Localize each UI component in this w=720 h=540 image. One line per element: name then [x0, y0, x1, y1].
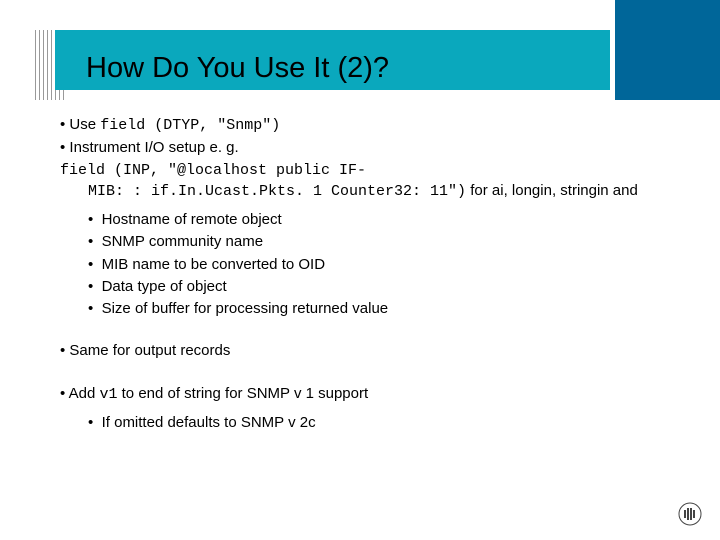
slide-title: How Do You Use It (2)? [86, 52, 389, 85]
header-blue-block [615, 0, 720, 100]
slide-content: • Use field (DTYP, "Snmp") • Instrument … [60, 115, 660, 435]
sub-bullet-datatype-text: Data type of object [102, 278, 227, 295]
sub-bullet-v1-default-text: If omitted defaults to SNMP v 2c [102, 414, 316, 431]
sub-bullet-community: • SNMP community name [88, 232, 660, 252]
bullet-same-output-text: Same for output records [69, 342, 230, 359]
bullet-use-field-code: field (DTYP, "Snmp") [100, 117, 280, 134]
bullet-instrument-io: • Instrument I/O setup e. g. [60, 138, 660, 158]
code-line-1: field (INP, "@localhost public IF- [60, 161, 660, 181]
bullet-use-field: • Use field (DTYP, "Snmp") [60, 115, 660, 136]
bullet-same-output: • Same for output records [60, 341, 660, 361]
bullet-use-field-pre: Use [69, 116, 100, 133]
sub-bullet-v1-default-row: • If omitted defaults to SNMP v 2c [88, 413, 660, 433]
sub-bullet-list: • Hostname of remote object • SNMP commu… [88, 210, 660, 319]
sub-bullet-community-text: SNMP community name [102, 233, 263, 250]
sub-bullet-buffer: • Size of buffer for processing returned… [88, 299, 660, 319]
sub-bullet-hostname: • Hostname of remote object [88, 210, 660, 230]
header-white-strip [0, 0, 600, 30]
bullet-add-v1-post: to end of string for SNMP v 1 support [117, 385, 368, 402]
bullet-add-v1-code: v1 [99, 386, 117, 403]
bullet-instrument-io-text: Instrument I/O setup e. g. [65, 139, 238, 156]
code-block: field (INP, "@localhost public IF- MIB: … [60, 161, 660, 203]
code-line-2-wrap: MIB: : if.In.Ucast.Pkts. 1 Counter32: 11… [60, 181, 660, 202]
bullet-add-v1: • Add v1 to end of string for SNMP v 1 s… [60, 384, 660, 405]
logo-icon [678, 502, 702, 526]
code-tail: for ai, longin, stringin and [466, 182, 638, 199]
sub-bullet-buffer-text: Size of buffer for processing returned v… [102, 300, 389, 317]
sub-bullet-mib: • MIB name to be converted to OID [88, 255, 660, 275]
sub-bullet-hostname-text: Hostname of remote object [102, 211, 282, 228]
header-band: How Do You Use It (2)? [0, 0, 720, 100]
bullet-add-v1-pre: Add [69, 385, 100, 402]
code-line-2: MIB: : if.In.Ucast.Pkts. 1 Counter32: 11… [88, 183, 466, 200]
sub-bullet-datatype: • Data type of object [88, 277, 660, 297]
sub-bullet-v1-default: • If omitted defaults to SNMP v 2c [88, 413, 660, 433]
sub-bullet-mib-text: MIB name to be converted to OID [102, 256, 325, 273]
